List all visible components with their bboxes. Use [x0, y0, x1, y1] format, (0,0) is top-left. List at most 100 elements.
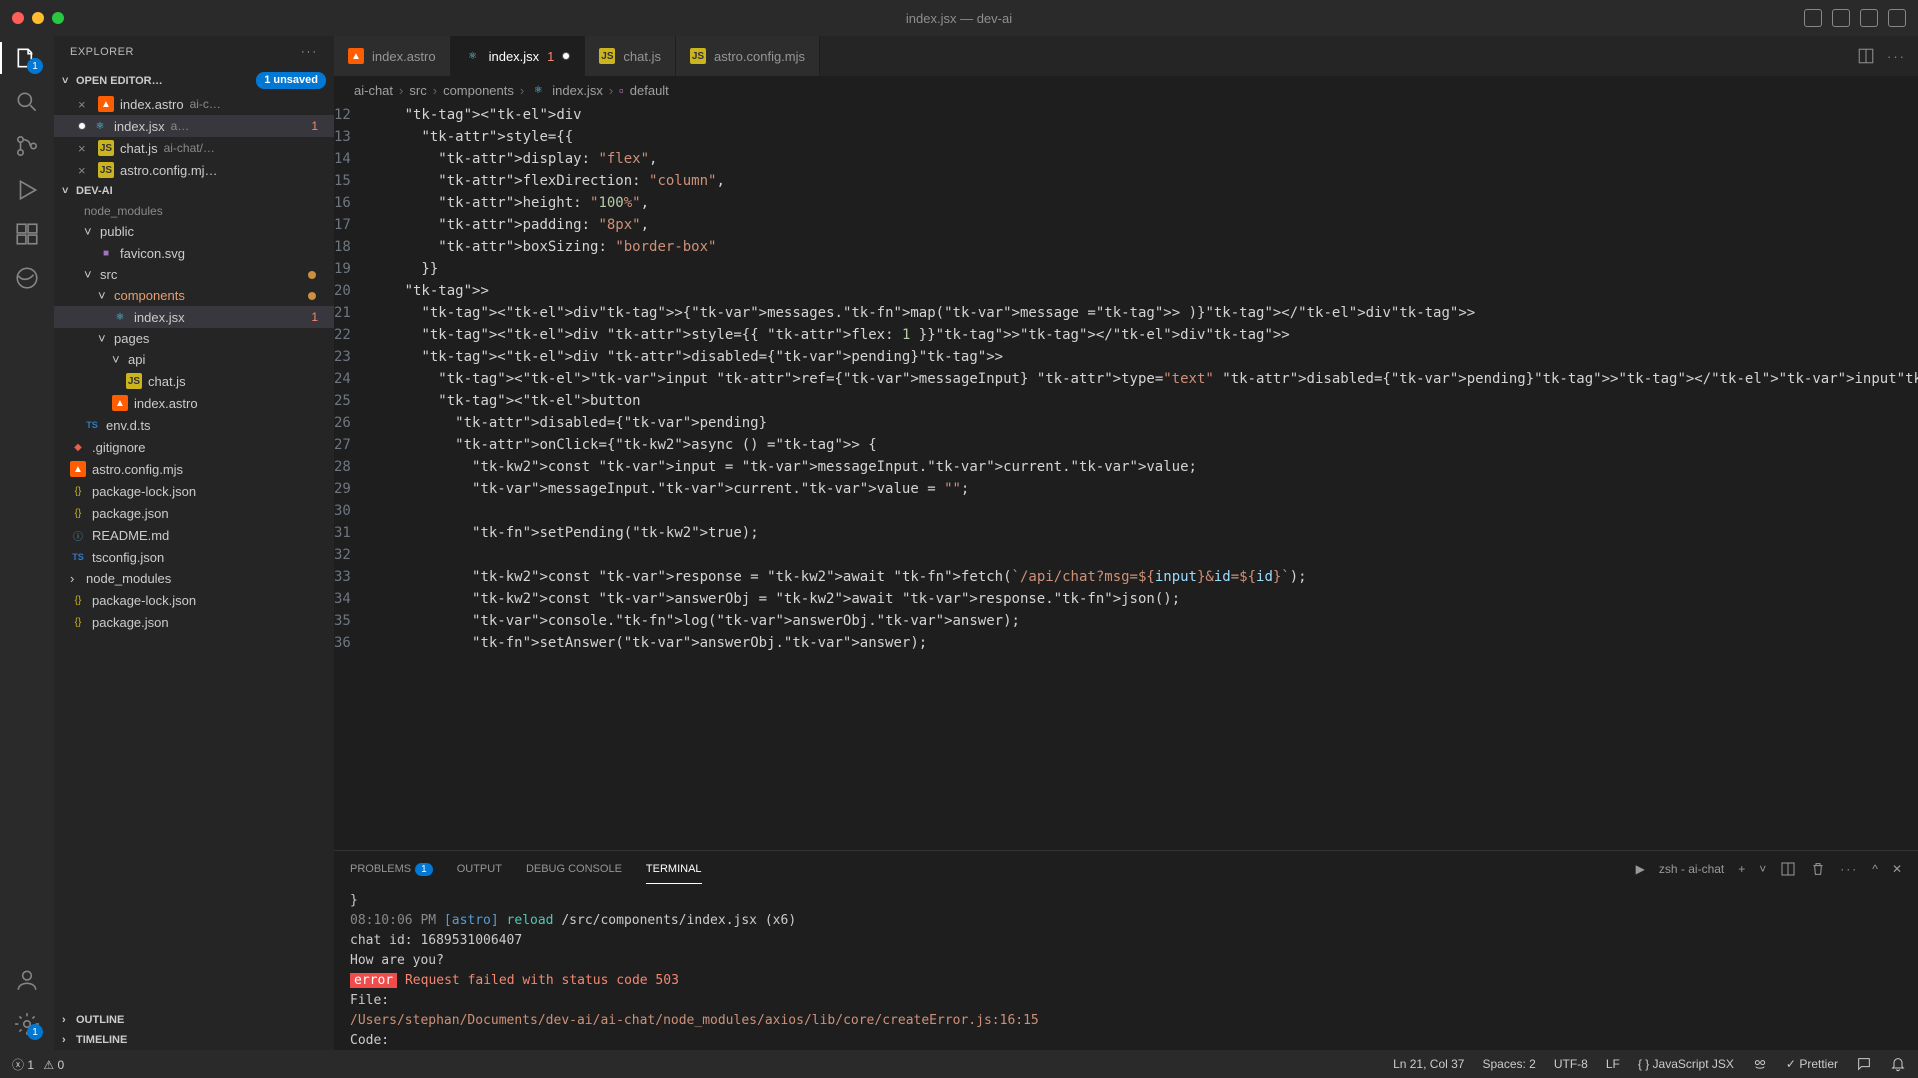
tree-item[interactable]: {}package-lock.json	[54, 480, 334, 502]
explorer-sidebar: EXPLORER ··· ˅ OPEN EDITOR… 1 unsaved ×▲…	[54, 36, 334, 1050]
tree-item[interactable]: ⚛index.jsx1	[54, 306, 334, 328]
close-icon[interactable]: ×	[78, 97, 92, 112]
terminal-output[interactable]: }08:10:06 PM [astro] reload /src/compone…	[334, 887, 1918, 1050]
svg-icon: ■	[98, 245, 114, 261]
js-icon: JS	[599, 48, 615, 64]
layout-secondary-icon[interactable]	[1860, 9, 1878, 27]
open-editor-item[interactable]: ×JS astro.config.mj…	[54, 159, 334, 181]
panel-close-icon[interactable]: ✕	[1892, 862, 1902, 876]
settings-icon[interactable]: 1	[13, 1010, 41, 1038]
tree-item[interactable]: {}package-lock.json	[54, 589, 334, 611]
terminal-shell-icon[interactable]: ▶	[1636, 862, 1645, 876]
js-icon: JS	[98, 140, 114, 156]
json-icon: {}	[70, 505, 86, 521]
chevron-icon: ˅	[98, 331, 108, 346]
status-feedback-icon[interactable]	[1856, 1056, 1872, 1072]
terminal-dropdown-icon[interactable]: ˅	[1759, 862, 1766, 876]
account-icon[interactable]	[13, 966, 41, 994]
terminal-shell-label[interactable]: zsh - ai-chat	[1659, 862, 1724, 876]
status-prettier[interactable]: ✓ Prettier	[1786, 1057, 1838, 1071]
editor-tab[interactable]: ⚛index.jsx 1	[451, 36, 586, 76]
timeline-header[interactable]: ›TIMELINE	[54, 1030, 334, 1050]
project-header[interactable]: ˅ DEV-AI	[54, 181, 334, 201]
panel-maximize-icon[interactable]: ^	[1872, 862, 1878, 876]
open-editor-item[interactable]: ×JS chat.js ai-chat/…	[54, 137, 334, 159]
breadcrumb[interactable]: ai-chat› src› components› ⚛index.jsx› ▫d…	[334, 76, 1918, 104]
split-editor-icon[interactable]	[1857, 47, 1875, 65]
ts-icon: TS	[84, 417, 100, 433]
editor-tab[interactable]: JSastro.config.mjs	[676, 36, 820, 76]
tree-item[interactable]: ■favicon.svg	[54, 242, 334, 264]
status-encoding[interactable]: UTF-8	[1554, 1057, 1588, 1071]
tree-item[interactable]: {}package.json	[54, 611, 334, 633]
ts-icon: TS	[70, 549, 86, 565]
js-icon: JS	[126, 373, 142, 389]
status-errors[interactable]: ⓧ 1 ⚠ 0	[12, 1056, 64, 1073]
explorer-icon[interactable]: 1	[13, 44, 41, 72]
status-spaces[interactable]: Spaces: 2	[1482, 1057, 1535, 1071]
more-actions-icon[interactable]: ···	[1887, 49, 1906, 64]
more-icon[interactable]: ···	[301, 46, 318, 58]
explorer-title: EXPLORER	[70, 46, 134, 58]
tree-item[interactable]: ˅components	[54, 285, 334, 306]
close-icon[interactable]: ×	[78, 141, 92, 156]
close-icon[interactable]: ×	[78, 163, 92, 178]
tree-item[interactable]: node_modules	[54, 201, 334, 221]
tab-output[interactable]: OUTPUT	[457, 855, 502, 883]
open-editor-item[interactable]: ×▲ index.astro ai-c…	[54, 93, 334, 115]
search-icon[interactable]	[13, 88, 41, 116]
explorer-badge: 1	[27, 58, 43, 74]
json-icon: {}	[70, 614, 86, 630]
tree-item[interactable]: TSenv.d.ts	[54, 414, 334, 436]
tab-terminal[interactable]: TERMINAL	[646, 855, 702, 884]
tree-item[interactable]: ›node_modules	[54, 568, 334, 589]
tree-item[interactable]: ◆.gitignore	[54, 436, 334, 458]
editor-tab[interactable]: JSchat.js	[585, 36, 676, 76]
chevron-icon: ˅	[98, 288, 108, 303]
source-control-icon[interactable]	[13, 132, 41, 160]
status-lang[interactable]: { } JavaScript JSX	[1638, 1057, 1734, 1071]
run-debug-icon[interactable]	[13, 176, 41, 204]
split-terminal-icon[interactable]	[1780, 861, 1796, 877]
code-editor[interactable]: 1213141516171819202122232425262728293031…	[334, 104, 1918, 850]
tree-item[interactable]: ˅src	[54, 264, 334, 285]
maximize-window-icon[interactable]	[52, 12, 64, 24]
open-editors-header[interactable]: ˅ OPEN EDITOR… 1 unsaved	[54, 68, 334, 93]
react-icon: ⚛	[92, 118, 108, 134]
tree-item[interactable]: TStsconfig.json	[54, 546, 334, 568]
edge-tools-icon[interactable]	[13, 264, 41, 292]
new-terminal-icon[interactable]: +	[1738, 862, 1745, 876]
minimize-window-icon[interactable]	[32, 12, 44, 24]
astro-icon: ▲	[348, 48, 364, 64]
tree-item[interactable]: ˅public	[54, 221, 334, 242]
layout-customize-icon[interactable]	[1888, 9, 1906, 27]
editor-tab[interactable]: ▲index.astro	[334, 36, 451, 76]
js-icon: JS	[98, 162, 114, 178]
close-window-icon[interactable]	[12, 12, 24, 24]
layout-primary-icon[interactable]	[1804, 9, 1822, 27]
status-copilot-icon[interactable]	[1752, 1056, 1768, 1072]
status-eol[interactable]: LF	[1606, 1057, 1620, 1071]
titlebar: index.jsx — dev-ai	[0, 0, 1918, 36]
tree-item[interactable]: ˅pages	[54, 328, 334, 349]
json-icon: {}	[70, 592, 86, 608]
tab-problems[interactable]: PROBLEMS1	[350, 855, 433, 883]
trash-icon[interactable]	[1810, 861, 1826, 877]
astro-icon: ▲	[70, 461, 86, 477]
tree-item[interactable]: ▲index.astro	[54, 392, 334, 414]
tab-debug-console[interactable]: DEBUG CONSOLE	[526, 855, 622, 883]
tree-item[interactable]: ˅api	[54, 349, 334, 370]
panel-more-icon[interactable]: ···	[1840, 862, 1858, 876]
extensions-icon[interactable]	[13, 220, 41, 248]
settings-badge: 1	[27, 1024, 43, 1040]
tree-item[interactable]: ▲astro.config.mjs	[54, 458, 334, 480]
tree-item[interactable]: {}package.json	[54, 502, 334, 524]
chevron-icon: ›	[70, 571, 80, 586]
open-editor-item[interactable]: ⚛ index.jsx a… 1	[54, 115, 334, 137]
layout-panel-icon[interactable]	[1832, 9, 1850, 27]
status-cursor[interactable]: Ln 21, Col 37	[1393, 1057, 1464, 1071]
tree-item[interactable]: ⓘREADME.md	[54, 524, 334, 546]
status-bell-icon[interactable]	[1890, 1056, 1906, 1072]
tree-item[interactable]: JSchat.js	[54, 370, 334, 392]
outline-header[interactable]: ›OUTLINE	[54, 1010, 334, 1030]
